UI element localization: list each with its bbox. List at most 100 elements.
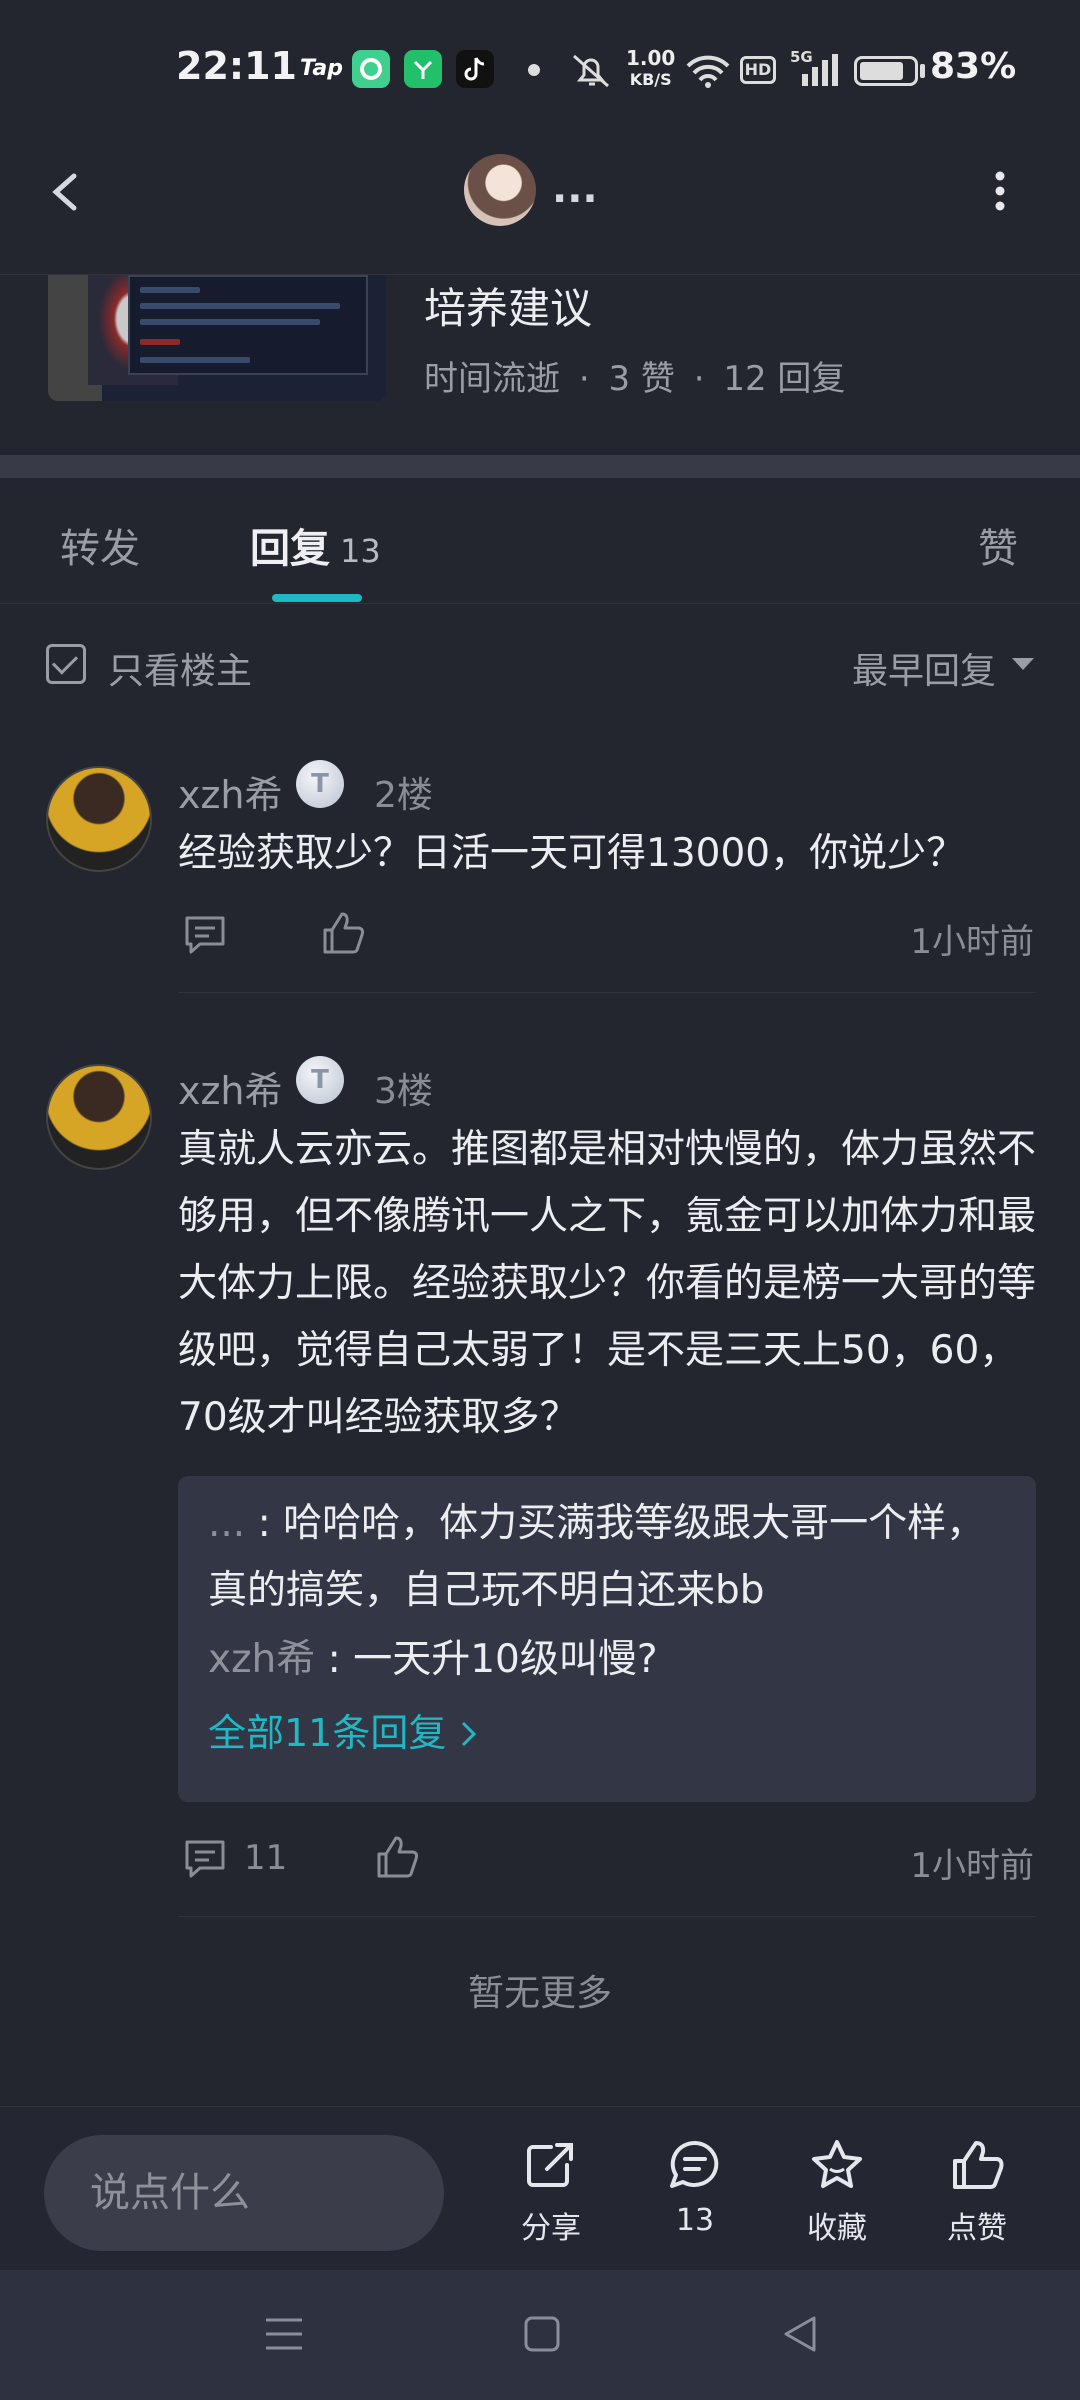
sub-reply-author[interactable]: xzh希 (208, 1637, 315, 1682)
sub-reply-sep: : (245, 1501, 284, 1546)
wifi-icon (684, 50, 732, 94)
system-nav-bar (0, 2270, 1080, 2400)
speed-value: 1.00 (626, 46, 676, 70)
filter-row: 只看楼主 最早回复 (0, 604, 1080, 722)
comment-icon[interactable] (182, 1836, 228, 1882)
favorite-button[interactable]: 收藏 (782, 2137, 892, 2247)
active-tab-indicator (272, 594, 362, 602)
like-label: 点赞 (947, 2211, 1007, 2246)
thumb-line (140, 357, 250, 363)
thumbs-up-icon (953, 2141, 1004, 2189)
comment-icon[interactable] (182, 912, 228, 958)
post-title: 培养建议 (424, 284, 593, 333)
tiktok-icon (456, 50, 494, 88)
share-button[interactable]: 分享 (496, 2137, 606, 2247)
mute-bell-icon (568, 50, 614, 94)
star-icon (812, 2140, 862, 2188)
bottom-action-bar: 说点什么 分享 13 收藏 点赞 (0, 2106, 1080, 2270)
thumb-line (140, 319, 320, 325)
share-label: 分享 (521, 2211, 581, 2246)
thumb-line (140, 287, 200, 293)
op-only-label[interactable]: 只看楼主 (108, 642, 252, 694)
like-button[interactable]: 点赞 (922, 2137, 1032, 2247)
tab-bar: 转发 回复 13 赞 (0, 478, 1080, 604)
network-speed: 1.00 KB/S (626, 48, 675, 90)
comment-time: 1小时前 (910, 1846, 1034, 1886)
comments-button[interactable]: 13 (640, 2137, 750, 2238)
author-name[interactable]: ... (552, 166, 598, 212)
comment-input[interactable]: 说点什么 (44, 2135, 444, 2251)
green-app-icon (352, 50, 390, 88)
back-button[interactable] (40, 162, 90, 226)
share-icon (527, 2143, 573, 2187)
wechat-mini-app-icon (404, 50, 442, 88)
tap-app-icon: Tap (300, 56, 343, 81)
floor-number: 3楼 (374, 1071, 433, 1112)
status-time: 22:11 (176, 44, 297, 88)
thumbs-up-icon[interactable] (374, 1834, 420, 1880)
comment-bubble-icon (670, 2140, 719, 2188)
thumb-line (140, 339, 180, 345)
commenter-avatar[interactable] (46, 1064, 152, 1170)
comment-count: 11 (244, 1838, 288, 1878)
level-badge-icon: T (296, 760, 344, 808)
comment-text: 经验获取少？日活一天可得13000，你说少？ (178, 831, 966, 876)
triangle-back-icon (784, 2316, 816, 2352)
caret-down-icon[interactable] (1010, 656, 1036, 676)
battery-icon (854, 56, 918, 86)
comment-item: xzh希 T 2楼 经验获取少？日活一天可得13000，你说少？ 1小时前 (0, 722, 1080, 994)
back-nav-button[interactable] (780, 2314, 820, 2358)
comments-count-label: 13 (675, 2203, 715, 2238)
sub-reply-author[interactable]: ... (208, 1501, 245, 1546)
sub-reply-sep: : (315, 1637, 354, 1682)
more-menu-button[interactable] (980, 166, 1020, 220)
chevron-left-icon (52, 173, 77, 211)
comment-divider (178, 1916, 1036, 1917)
commenter-avatar[interactable] (46, 766, 152, 872)
tab-reply-count: 13 (340, 532, 381, 570)
post-summary[interactable]: 培养建议 时间流逝 · 3 赞 · 12 回复 (0, 275, 1080, 455)
post-author: 时间流逝 (424, 359, 560, 399)
notification-dot-icon (528, 64, 540, 76)
view-all-replies-link[interactable]: 全部11条回复 (208, 1702, 480, 1757)
post-likes: 3 赞 (608, 359, 675, 399)
status-bar: 22:11 Tap 1.00 KB/S HD 5G 83% (0, 0, 1080, 140)
comment-item: xzh希 T 3楼 真就人云亦云。推图都是相对快慢的，体力虽然不够用，但不像腾讯… (0, 1020, 1080, 1920)
comment-text: 真就人云亦云。推图都是相对快慢的，体力虽然不够用，但不像腾讯一人之下，氪金可以加… (178, 1127, 1037, 1440)
home-nav-button[interactable] (522, 2314, 562, 2358)
op-only-checkbox[interactable] (46, 644, 86, 684)
tab-forward[interactable]: 转发 (60, 516, 140, 574)
battery-fill (860, 62, 903, 80)
section-divider (0, 455, 1080, 478)
sub-reply-box[interactable]: ... : 哈哈哈，体力买满我等级跟大哥一个样，真的搞笑，自己玩不明白还来bb … (178, 1476, 1036, 1802)
vertical-dots-icon (995, 171, 1005, 211)
post-meta: 时间流逝 · 3 赞 · 12 回复 (424, 351, 845, 400)
view-all-replies-label: 全部11条回复 (208, 1711, 447, 1755)
chevron-right-icon (462, 1721, 477, 1747)
level-badge-icon: T (296, 1056, 344, 1104)
thumbnail-screen (128, 275, 368, 375)
meta-sep: · (578, 359, 590, 399)
author-avatar[interactable] (464, 154, 536, 226)
tab-reply[interactable]: 回复 13 (250, 516, 381, 574)
hamburger-icon (266, 2318, 302, 2350)
square-home-icon (524, 2316, 560, 2352)
floor-number: 2楼 (374, 775, 433, 816)
hd-icon: HD (740, 56, 776, 84)
meta-sep: · (693, 359, 705, 399)
post-replies: 12 回复 (723, 359, 846, 399)
sub-reply-text: 一天升10级叫慢? (353, 1637, 658, 1682)
thumbs-up-icon[interactable] (320, 910, 366, 956)
tab-like[interactable]: 赞 (978, 516, 1018, 574)
top-bar: ... (0, 140, 1080, 275)
no-more-label: 暂无更多 (467, 1973, 612, 2014)
sub-reply-text: 哈哈哈，体力买满我等级跟大哥一个样，真的搞笑，自己玩不明白还来bb (208, 1501, 986, 1613)
comment-divider (178, 992, 1036, 993)
menu-nav-button[interactable] (264, 2314, 304, 2358)
commenter-name[interactable]: xzh希 (178, 1060, 283, 1115)
sort-dropdown[interactable]: 最早回复 (852, 642, 996, 694)
commenter-name[interactable]: xzh希 (178, 764, 283, 819)
battery-percent: 83% (930, 46, 1017, 87)
sub-reply: xzh希 : 一天升10级叫慢? (208, 1626, 1008, 1693)
signal-icon (796, 54, 838, 92)
